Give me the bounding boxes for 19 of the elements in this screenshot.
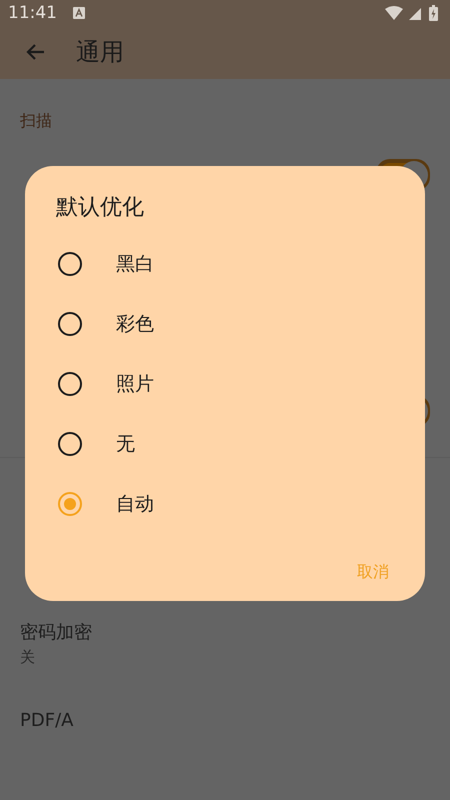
setting-value: 关 (20, 648, 36, 667)
radio-button[interactable] (58, 252, 82, 276)
notification-icon (73, 6, 85, 19)
option-label[interactable]: 照片 (116, 371, 154, 397)
option-label[interactable]: 彩色 (116, 311, 154, 337)
radio-button[interactable] (58, 372, 82, 396)
page-title: 通用 (76, 37, 124, 68)
dialog-title: 默认优化 (55, 194, 145, 222)
radio-button[interactable] (58, 432, 82, 456)
radio-button[interactable] (58, 492, 82, 516)
wifi-icon (385, 6, 403, 20)
status-time: 11:41 (8, 2, 57, 23)
section-header: 扫描 (19, 110, 53, 132)
option-label[interactable]: 无 (116, 431, 135, 457)
option-label[interactable]: 自动 (116, 491, 154, 517)
radio-button[interactable] (58, 312, 82, 336)
signal-icon (409, 6, 423, 20)
option-label[interactable]: 黑白 (116, 251, 154, 277)
battery-icon (429, 4, 438, 21)
